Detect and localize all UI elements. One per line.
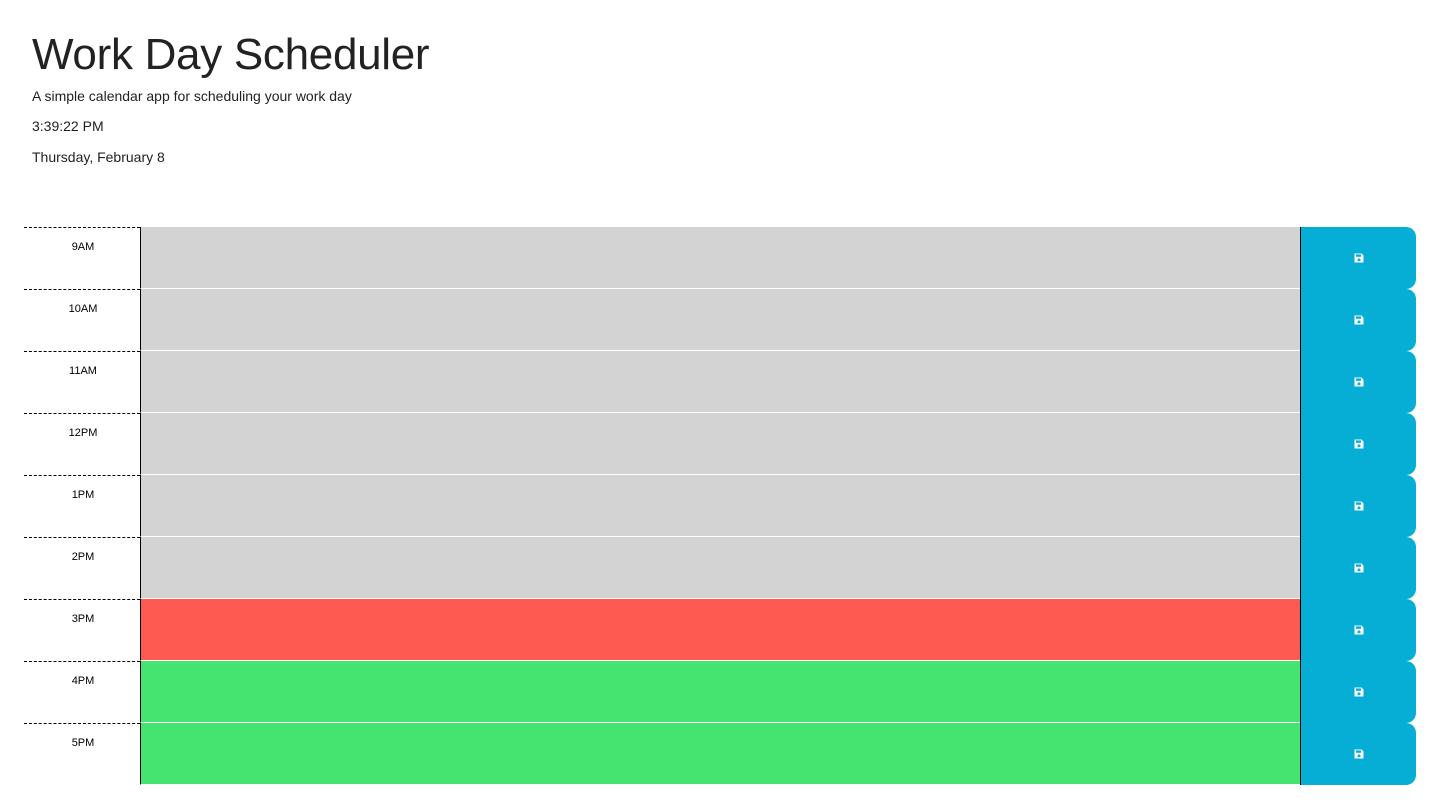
hour-label: 5PM	[24, 723, 140, 785]
save-icon	[1354, 377, 1363, 387]
save-icon	[1354, 439, 1363, 449]
save-button[interactable]	[1300, 289, 1416, 351]
save-icon	[1354, 501, 1363, 511]
event-description-input[interactable]	[140, 661, 1300, 723]
save-icon	[1354, 687, 1363, 697]
save-button[interactable]	[1300, 413, 1416, 475]
time-block-row: 4PM	[24, 661, 1416, 723]
time-block-row: 11AM	[24, 351, 1416, 413]
hour-label: 9AM	[24, 227, 140, 289]
hour-label: 12PM	[24, 413, 140, 475]
current-date: Thursday, February 8	[32, 149, 165, 165]
hour-label: 11AM	[24, 351, 140, 413]
page-title: Work Day Scheduler	[32, 30, 430, 79]
time-block-row: 9AM	[24, 227, 1416, 289]
time-block-row: 3PM	[24, 599, 1416, 661]
hour-label: 1PM	[24, 475, 140, 537]
hour-label: 10AM	[24, 289, 140, 351]
save-button[interactable]	[1300, 475, 1416, 537]
save-icon	[1354, 253, 1363, 263]
event-description-input[interactable]	[140, 413, 1300, 475]
current-time: 3:39:22 PM	[32, 118, 104, 134]
hour-label: 2PM	[24, 537, 140, 599]
page-subtitle: A simple calendar app for scheduling you…	[32, 88, 352, 104]
event-description-input[interactable]	[140, 723, 1300, 785]
save-icon	[1354, 749, 1363, 759]
event-description-input[interactable]	[140, 537, 1300, 599]
save-button[interactable]	[1300, 227, 1416, 289]
event-description-input[interactable]	[140, 351, 1300, 413]
save-button[interactable]	[1300, 599, 1416, 661]
time-block-row: 12PM	[24, 413, 1416, 475]
save-button[interactable]	[1300, 723, 1416, 785]
time-block-row: 1PM	[24, 475, 1416, 537]
save-button[interactable]	[1300, 351, 1416, 413]
save-button[interactable]	[1300, 537, 1416, 599]
time-block-row: 2PM	[24, 537, 1416, 599]
hour-label: 4PM	[24, 661, 140, 723]
hour-label: 3PM	[24, 599, 140, 661]
event-description-input[interactable]	[140, 227, 1300, 289]
save-icon	[1354, 625, 1363, 635]
time-block-row: 10AM	[24, 289, 1416, 351]
save-icon	[1354, 315, 1363, 325]
event-description-input[interactable]	[140, 599, 1300, 661]
save-icon	[1354, 563, 1363, 573]
event-description-input[interactable]	[140, 289, 1300, 351]
schedule: 9AM 10AM 11AM 12PM 1PM 2PM 3PM 4PM 5PM	[24, 227, 1416, 785]
event-description-input[interactable]	[140, 475, 1300, 537]
time-block-row: 5PM	[24, 723, 1416, 785]
save-button[interactable]	[1300, 661, 1416, 723]
